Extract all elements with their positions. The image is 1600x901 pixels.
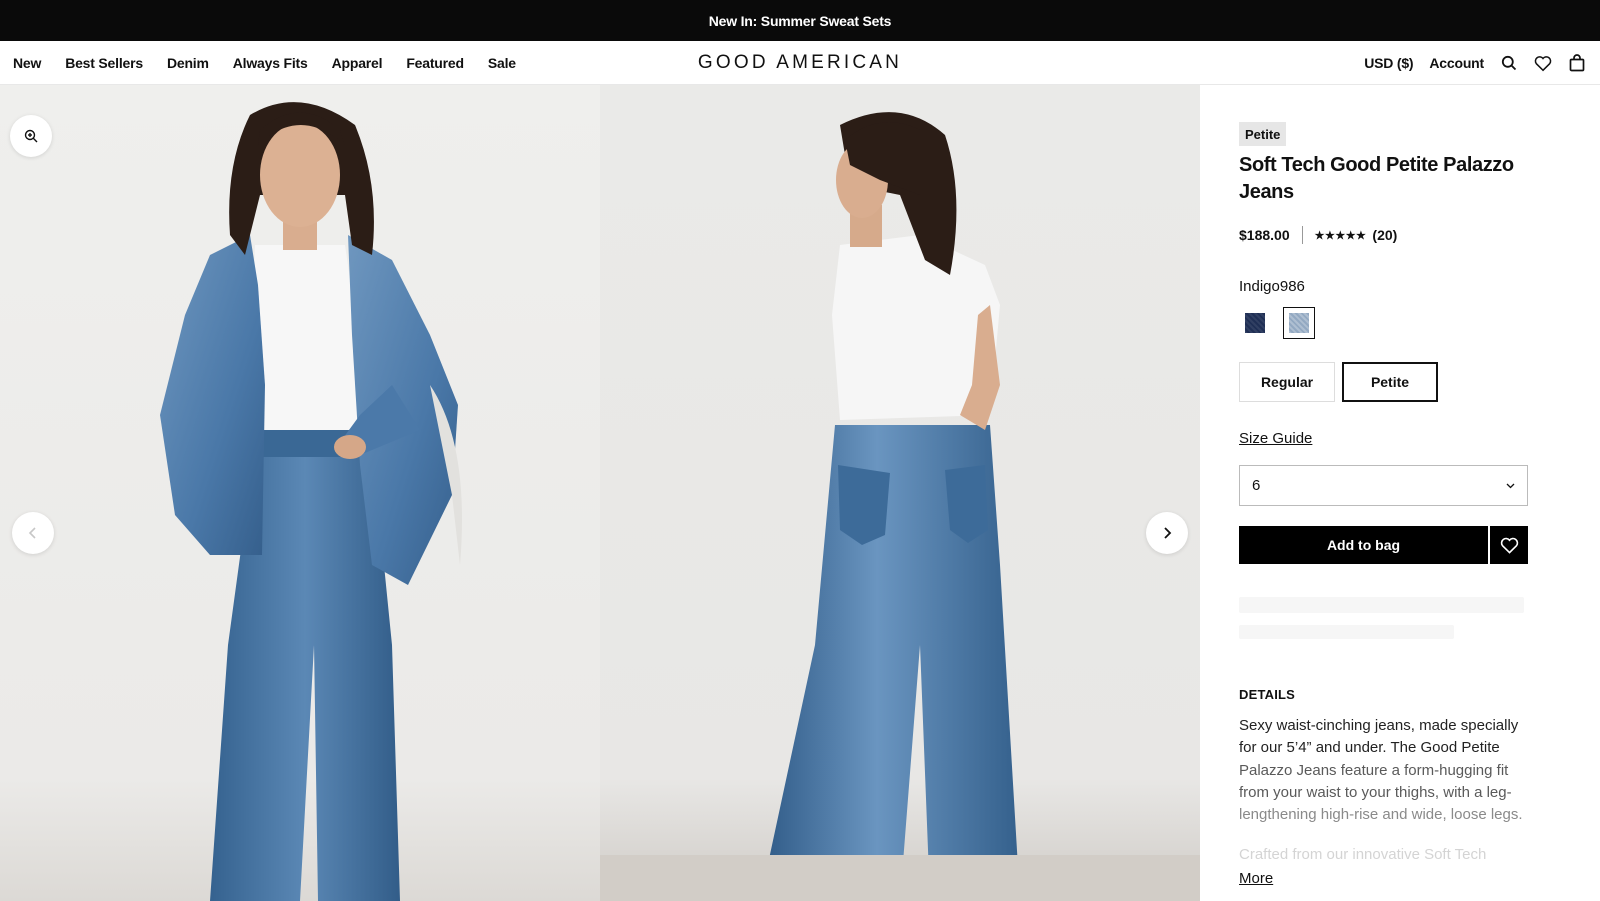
brand-logo[interactable]: GOOD AMERICAN: [698, 52, 902, 74]
swatch-dark-indigo-fill: [1245, 313, 1265, 333]
details-line: for our 5’4” and under. The Good Petite: [1239, 739, 1500, 757]
size-selected-value: 6: [1252, 477, 1261, 494]
add-to-bag-button[interactable]: Add to bag: [1239, 526, 1488, 564]
model-front-illustration: [160, 102, 462, 901]
swatch-light-indigo[interactable]: [1283, 307, 1315, 339]
add-to-bag-row: Add to bag: [1239, 526, 1528, 564]
fit-regular-button[interactable]: Regular: [1239, 362, 1335, 402]
nav-item-featured[interactable]: Featured: [406, 55, 464, 71]
product-gallery: [0, 85, 1200, 901]
main-nav: New Best Sellers Denim Always Fits Appar…: [13, 41, 516, 85]
details-description: Sexy waist-cinching jeans, made speciall…: [1239, 715, 1531, 826]
nav-item-new[interactable]: New: [13, 55, 41, 71]
details-line: from your waist to your thighs, with a l…: [1239, 783, 1512, 801]
details-line: lengthening high-rise and wide, loose le…: [1239, 806, 1523, 824]
chevron-right-icon: [1164, 527, 1172, 539]
details-line: Palazzo Jeans feature a form-hugging fit: [1239, 761, 1509, 779]
size-select[interactable]: 6: [1239, 465, 1528, 506]
site-header: New Best Sellers Denim Always Fits Appar…: [0, 41, 1600, 85]
nav-item-denim[interactable]: Denim: [167, 55, 209, 71]
nav-item-always-fits[interactable]: Always Fits: [233, 55, 308, 71]
chevron-left-icon: [28, 527, 36, 539]
details-faded-line: Crafted from our innovative Soft Tech: [1239, 846, 1487, 863]
currency-selector[interactable]: USD ($): [1364, 55, 1413, 71]
star-rating[interactable]: ★★★★★: [1315, 229, 1367, 242]
model-back-illustration: [600, 112, 1200, 901]
nav-item-sale[interactable]: Sale: [488, 55, 516, 71]
prev-image-button[interactable]: [12, 512, 54, 554]
account-link[interactable]: Account: [1429, 55, 1484, 71]
utility-nav: USD ($) Account: [1364, 41, 1586, 85]
zoom-icon: [24, 129, 38, 143]
wishlist-button[interactable]: [1490, 526, 1528, 564]
product-image-back[interactable]: [600, 85, 1200, 901]
search-icon[interactable]: [1500, 54, 1518, 72]
heart-outline-icon: [1500, 537, 1518, 554]
heart-icon[interactable]: [1534, 54, 1552, 72]
announcement-text[interactable]: New In: Summer Sweat Sets: [709, 13, 892, 29]
details-more-link[interactable]: More: [1239, 870, 1273, 887]
color-name: Indigo986: [1239, 278, 1305, 295]
nav-item-best-sellers[interactable]: Best Sellers: [65, 55, 143, 71]
petite-badge: Petite: [1239, 122, 1287, 146]
size-guide-link[interactable]: Size Guide: [1239, 430, 1312, 447]
bag-icon[interactable]: [1568, 54, 1586, 72]
price-divider: [1301, 226, 1303, 244]
product-image-front[interactable]: [0, 85, 600, 901]
swatch-dark-indigo[interactable]: [1239, 307, 1271, 339]
details-heading: DETAILS: [1239, 687, 1296, 702]
product-price: $188.00: [1239, 227, 1290, 243]
loading-placeholder-1: [1239, 597, 1524, 613]
details-line: Sexy waist-cinching jeans, made speciall…: [1239, 717, 1519, 734]
loading-placeholder-2: [1239, 625, 1454, 639]
review-count[interactable]: (20): [1372, 227, 1397, 243]
swatch-light-indigo-fill: [1289, 313, 1309, 333]
fit-petite-button[interactable]: Petite: [1342, 362, 1438, 402]
price-rating-row: $188.00 ★★★★★ (20): [1239, 225, 1397, 245]
color-swatches: [1239, 307, 1315, 339]
fit-selector: Regular Petite: [1239, 362, 1438, 402]
product-title: Soft Tech Good Petite Palazzo Jeans: [1239, 154, 1514, 203]
announcement-bar[interactable]: New In: Summer Sweat Sets: [0, 0, 1600, 41]
nav-item-apparel[interactable]: Apparel: [332, 55, 383, 71]
chevron-down-icon: [1506, 483, 1515, 488]
zoom-button[interactable]: [10, 115, 52, 157]
next-image-button[interactable]: [1146, 512, 1188, 554]
